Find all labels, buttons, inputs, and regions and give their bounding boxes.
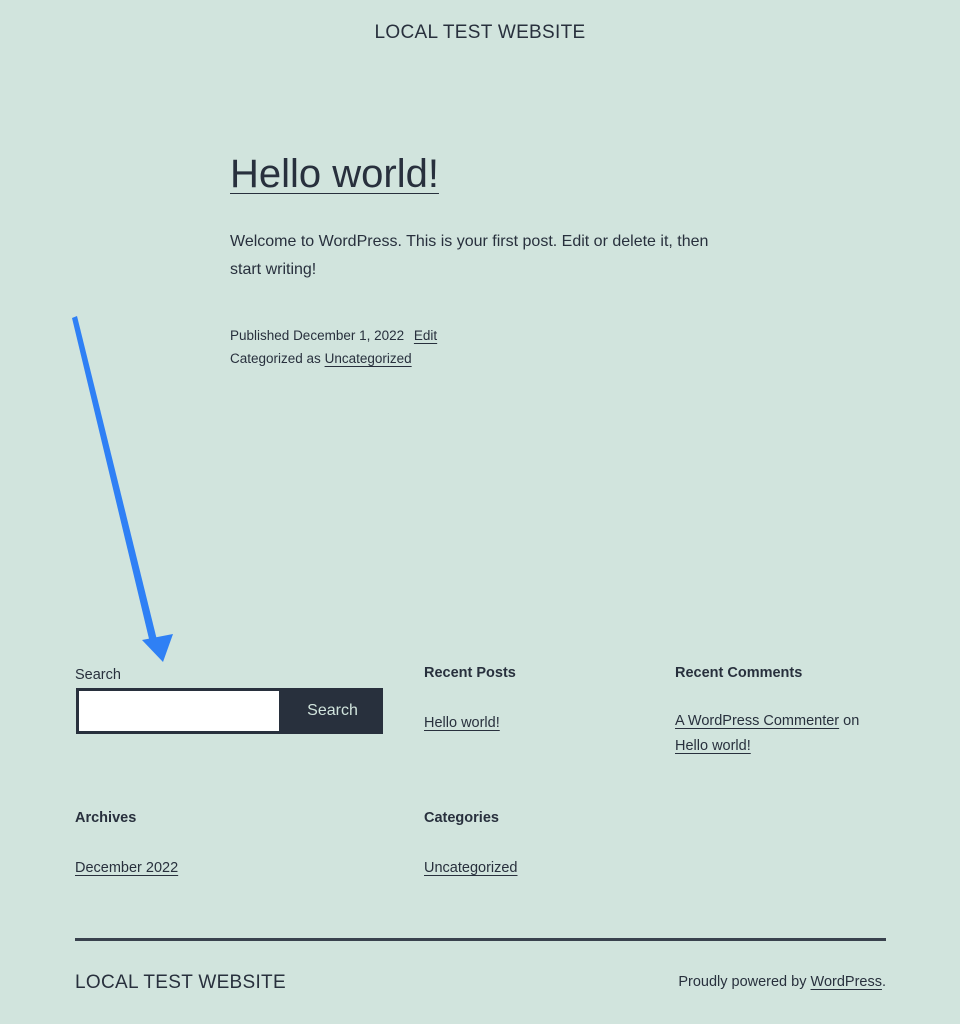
search-form: Search bbox=[76, 688, 383, 734]
search-input[interactable] bbox=[76, 688, 282, 734]
category-line: Categorized as Uncategorized bbox=[230, 347, 437, 370]
edit-post-link[interactable]: Edit bbox=[414, 328, 437, 343]
post-title: Hello world! bbox=[230, 152, 439, 197]
arrow-head bbox=[142, 634, 173, 662]
arrow-shaft bbox=[72, 316, 157, 643]
archive-link[interactable]: December 2022 bbox=[75, 856, 178, 881]
comment-author-link[interactable]: A WordPress Commenter bbox=[675, 713, 839, 729]
published-date: December 1, 2022 bbox=[293, 328, 405, 343]
post-content: Welcome to WordPress. This is your first… bbox=[230, 233, 709, 278]
post-title-link[interactable]: Hello world! bbox=[230, 152, 439, 196]
category-link[interactable]: Uncategorized bbox=[424, 856, 518, 881]
published-line: Published December 1, 2022 Edit bbox=[230, 324, 437, 347]
wordpress-link[interactable]: WordPress bbox=[811, 974, 882, 990]
footer-divider bbox=[75, 938, 886, 941]
page: LOCAL TEST WEBSITE Hello world! Welcome … bbox=[0, 0, 960, 1024]
powered-by: Proudly powered by WordPress. bbox=[678, 974, 886, 990]
search-label: Search bbox=[75, 667, 121, 683]
footer-site-title-link[interactable]: LOCAL TEST WEBSITE bbox=[75, 972, 286, 994]
categories-title: Categories bbox=[424, 810, 499, 826]
comment-on-text: on bbox=[843, 713, 860, 729]
post-category-link[interactable]: Uncategorized bbox=[325, 351, 412, 366]
categorized-prefix: Categorized as bbox=[230, 351, 321, 366]
published-prefix: Published bbox=[230, 328, 290, 343]
search-button[interactable]: Search bbox=[282, 688, 383, 734]
site-title-link[interactable]: LOCAL TEST WEBSITE bbox=[0, 22, 960, 44]
recent-comments-title: Recent Comments bbox=[675, 665, 803, 681]
comment-post-link[interactable]: Hello world! bbox=[675, 738, 751, 754]
recent-post-link[interactable]: Hello world! bbox=[424, 711, 500, 736]
post-meta: Published December 1, 2022 Edit Categori… bbox=[230, 324, 437, 370]
recent-comment-item: A WordPress Commenter on Hello world! bbox=[675, 709, 895, 759]
powered-prefix: Proudly powered by bbox=[678, 974, 807, 990]
recent-posts-title: Recent Posts bbox=[424, 665, 516, 681]
archives-title: Archives bbox=[75, 810, 137, 826]
powered-suffix: . bbox=[881, 974, 886, 990]
